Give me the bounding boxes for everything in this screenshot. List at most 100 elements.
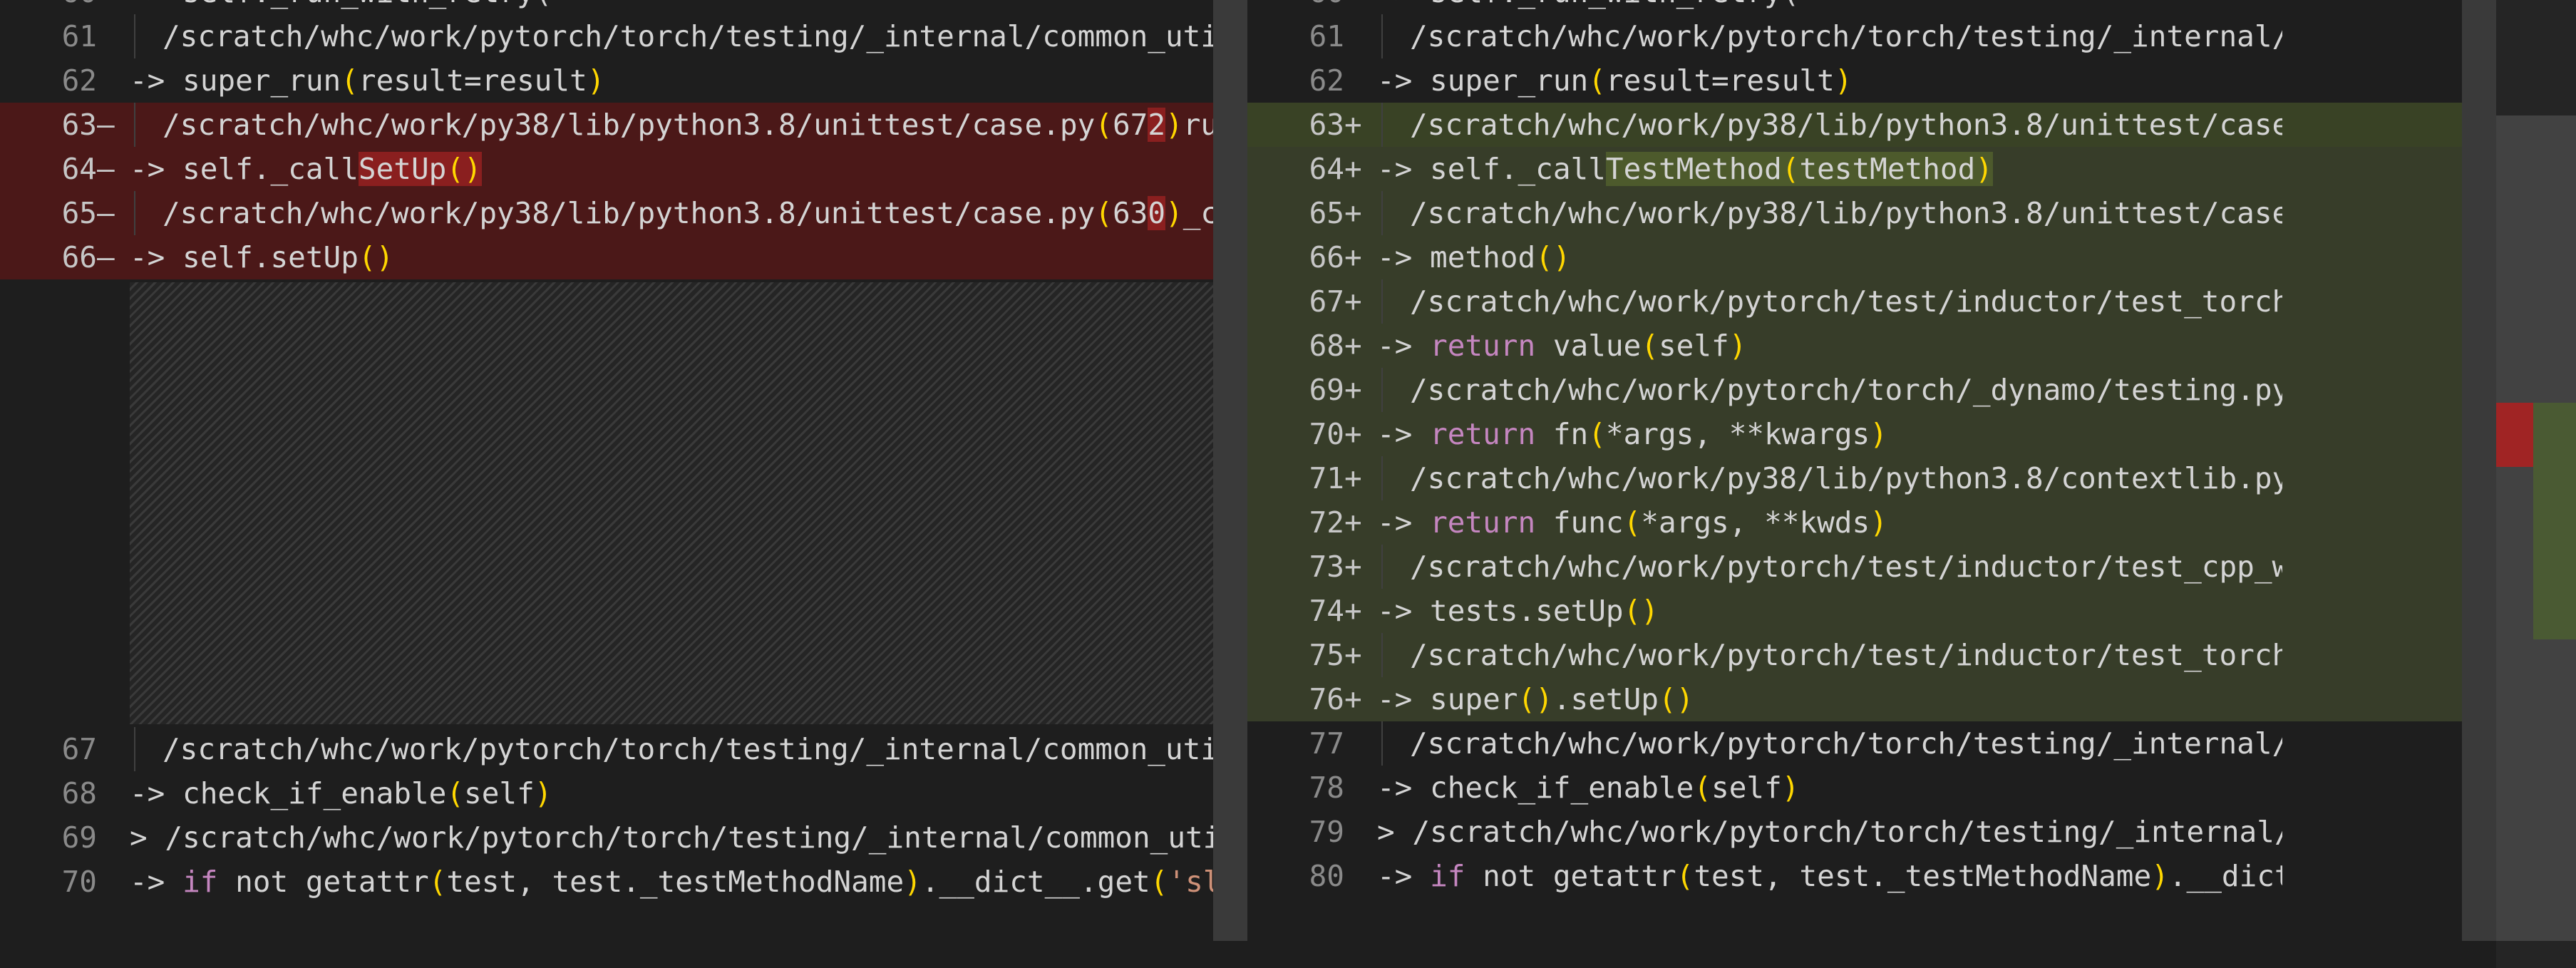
line-number: 65	[1309, 196, 1344, 230]
right-scrollbar[interactable]	[2462, 0, 2496, 941]
left-scrollbar-thumb[interactable]	[1213, 0, 1247, 941]
line-number: 69	[1309, 373, 1344, 407]
inserted-line[interactable]: 68 + -> return value(self)	[1247, 324, 2576, 368]
code-text: -> return fn(*args, **kwargs)	[1377, 417, 1887, 451]
code-line[interactable]: 80 -> if not getattr(test, test._testMeth…	[1247, 854, 2576, 898]
line-number: 72	[1309, 505, 1344, 540]
line-number: 63	[1309, 108, 1344, 142]
code-text: /scratch/whc/work/pytorch/torch/testing/…	[130, 14, 1213, 58]
right-diff-pane[interactable]: 60-> self._run_with_retry(61/scratch/whc…	[1247, 0, 2576, 968]
line-number: 68	[1309, 329, 1344, 363]
deleted-line[interactable]: 66— -> self.setUp()	[0, 235, 1213, 279]
code-row-partial: 60 -> self._run_with_retry(	[1247, 0, 2576, 14]
deleted-line[interactable]: 65— /scratch/whc/work/py38/lib/python3.8/…	[0, 191, 1213, 235]
inserted-line[interactable]: 70 + -> return fn(*args, **kwargs)	[1247, 412, 2576, 456]
code-row-partial: 60 -> self._run_with_retry(	[0, 0, 1213, 14]
code-line[interactable]: 78 -> check_if_enable(self)	[1247, 766, 2576, 810]
line-number: 70	[61, 865, 97, 899]
code-text: -> if not getattr(test, test._testMethod…	[130, 865, 1213, 899]
deleted-line[interactable]: 63— /scratch/whc/work/py38/lib/python3.8/…	[0, 103, 1213, 147]
code-text: -> check_if_enable(self)	[1377, 771, 1800, 805]
code-text: /scratch/whc/work/pytorch/test/inductor/…	[1377, 279, 2282, 324]
code-text: /scratch/whc/work/pytorch/test/inductor/…	[1377, 633, 2282, 677]
indent-guide	[1377, 279, 1410, 324]
inserted-line[interactable]: 63→+/scratch/whc/work/py38/lib/python3.8…	[1247, 103, 2576, 147]
insert-marker: +	[1344, 638, 1362, 672]
empty-region-hatch	[130, 282, 1213, 724]
inserted-line[interactable]: 69 + /scratch/whc/work/pytorch/torch/_dyna…	[1247, 368, 2576, 412]
code-line[interactable]: 79 > /scratch/whc/work/pytorch/torch/test…	[1247, 810, 2576, 854]
left-diff-pane[interactable]: 60-> self._run_with_retry(61/scratch/whc…	[0, 0, 1213, 968]
inserted-line[interactable]: 71 + /scratch/whc/work/py38/lib/python3.8/…	[1247, 456, 2576, 500]
line-number: 67	[1309, 284, 1344, 319]
code-line[interactable]: 69 > /scratch/whc/work/pytorch/torch/test…	[0, 815, 1213, 860]
inserted-line[interactable]: 64 + -> self._callTestMethod(testMethod)	[1247, 147, 2576, 191]
indent-guide	[1377, 456, 1410, 500]
code-text: /scratch/whc/work/pytorch/torch/_dynamo/…	[1377, 368, 2282, 412]
line-number: 76	[1309, 682, 1344, 716]
code-line[interactable]: 70 -> if not getattr(test, test._testMeth…	[0, 860, 1213, 904]
delete-marker: —	[97, 240, 115, 274]
code-text: -> super_run(result=result)	[130, 63, 605, 98]
inserted-line[interactable]: 75 + /scratch/whc/work/pytorch/test/induct…	[1247, 633, 2576, 677]
code-line[interactable]: 77/scratch/whc/work/pytorch/torch/testin…	[1247, 721, 2576, 766]
diff-overview-ruler[interactable]	[2496, 0, 2576, 968]
code-line[interactable]: 67/scratch/whc/work/pytorch/torch/testin…	[0, 727, 1213, 771]
delete-marker: —	[97, 152, 115, 186]
code-line[interactable]: 61/scratch/whc/work/pytorch/torch/testin…	[1247, 14, 2576, 58]
overview-deleted-marker	[2496, 403, 2533, 467]
code-line[interactable]: 62 -> super_run(result=result)	[1247, 58, 2576, 103]
insert-marker: +	[1344, 373, 1362, 407]
code-text: > /scratch/whc/work/pytorch/torch/testin…	[1377, 815, 2282, 849]
insert-marker: +	[1344, 417, 1362, 451]
code-text: /scratch/whc/work/pytorch/torch/testing/…	[130, 727, 1213, 771]
deleted-line[interactable]: 64— -> self._callSetUp()	[0, 147, 1213, 191]
line-number: 68	[61, 776, 97, 810]
inserted-line[interactable]: 76 + -> super().setUp()	[1247, 677, 2576, 721]
insert-marker: +	[1344, 329, 1362, 363]
code-text: /scratch/whc/work/pytorch/torch/testing/…	[1377, 721, 2282, 766]
code-text: /scratch/whc/work/py38/lib/python3.8/uni…	[1377, 191, 2282, 235]
inserted-line[interactable]: 73 + /scratch/whc/work/pytorch/test/induct…	[1247, 545, 2576, 589]
line-number: 78	[1309, 771, 1344, 805]
indent-guide	[130, 103, 163, 147]
inserted-line[interactable]: 67 + /scratch/whc/work/pytorch/test/induct…	[1247, 279, 2576, 324]
code-line[interactable]: 62 -> super_run(result=result)	[0, 58, 1213, 103]
code-text: /scratch/whc/work/py38/lib/python3.8/uni…	[130, 103, 1213, 147]
indent-guide	[130, 191, 163, 235]
indent-guide	[1377, 103, 1410, 147]
insert-marker: +	[1344, 461, 1362, 495]
code-text: -> self._run_with_retry(	[1377, 0, 2282, 14]
line-number: 77	[1309, 726, 1344, 761]
line-number: 80	[1309, 859, 1344, 893]
insert-marker: +	[1344, 152, 1362, 186]
line-number: 61	[61, 19, 97, 53]
line-number: 74	[1309, 594, 1344, 628]
insert-marker: +	[1344, 108, 1362, 142]
indent-guide	[1377, 368, 1410, 412]
indent-guide	[130, 14, 163, 58]
inserted-line[interactable]: 74 + -> tests.setUp()	[1247, 589, 2576, 633]
inserted-line[interactable]: 72 + -> return func(*args, **kwds)	[1247, 500, 2576, 545]
code-line[interactable]: 61/scratch/whc/work/pytorch/torch/testin…	[0, 14, 1213, 58]
indent-guide	[1377, 633, 1410, 677]
code-text: -> self.setUp()	[130, 240, 394, 274]
insert-marker: +	[1344, 240, 1362, 274]
code-line[interactable]: 68 -> check_if_enable(self)	[0, 771, 1213, 815]
insert-marker: +	[1344, 505, 1362, 540]
line-number: 62	[1309, 63, 1344, 98]
code-text: /scratch/whc/work/py38/lib/python3.8/uni…	[130, 191, 1213, 235]
line-number: 64	[61, 152, 97, 186]
indent-guide	[1377, 191, 1410, 235]
code-text: > /scratch/whc/work/pytorch/torch/testin…	[130, 820, 1213, 855]
line-number: 69	[61, 820, 97, 855]
line-number: 70	[1309, 417, 1344, 451]
line-number: 75	[1309, 638, 1344, 672]
left-scrollbar[interactable]	[1213, 0, 1247, 941]
line-number: 73	[1309, 550, 1344, 584]
line-number: 66	[1309, 240, 1344, 274]
code-text: -> check_if_enable(self)	[130, 776, 552, 810]
inserted-line[interactable]: 66 + -> method()	[1247, 235, 2576, 279]
inserted-line[interactable]: 65 + /scratch/whc/work/py38/lib/python3.8/…	[1247, 191, 2576, 235]
insert-marker: +	[1344, 284, 1362, 319]
